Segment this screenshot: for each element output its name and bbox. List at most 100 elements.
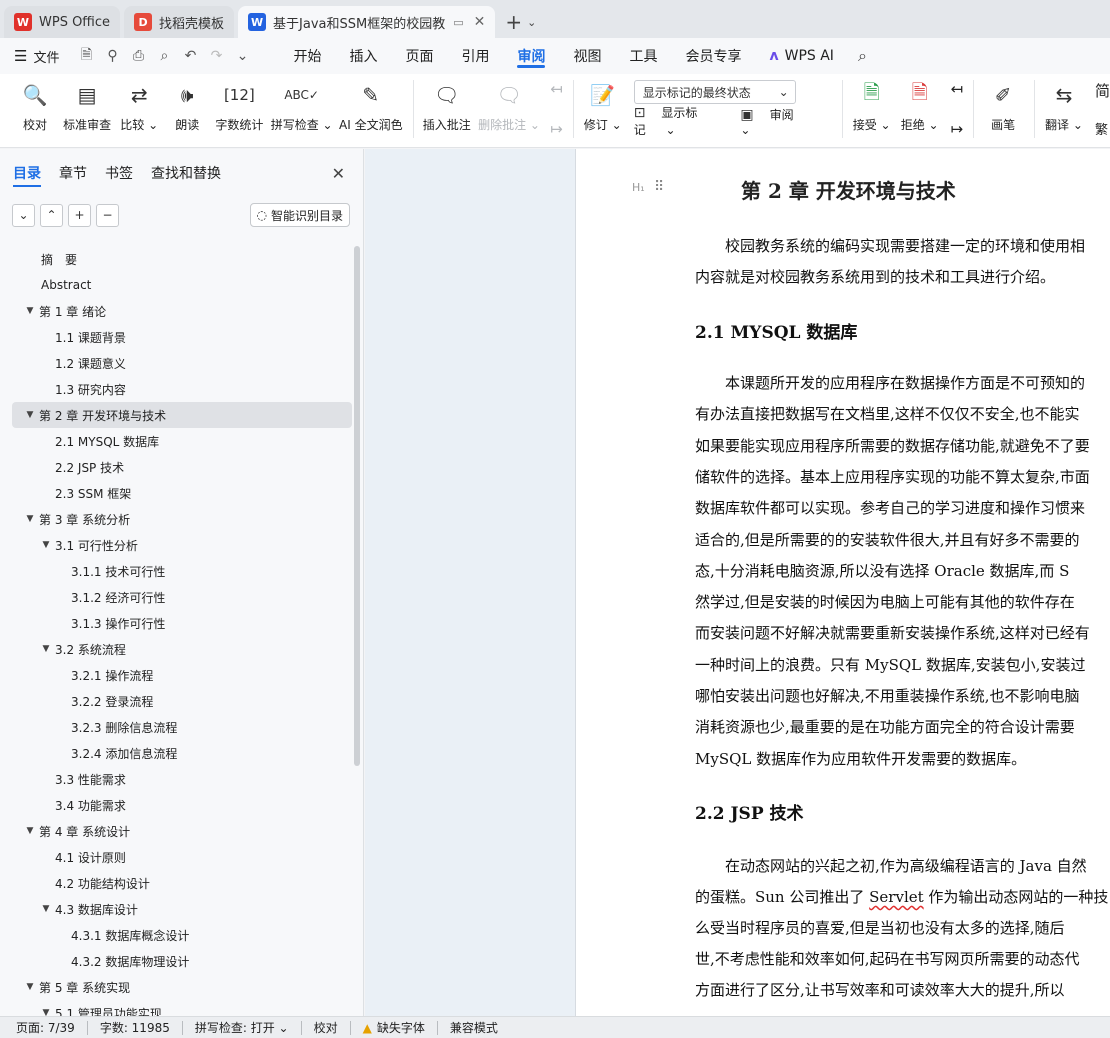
- collapse-arrow-icon[interactable]: ▼: [24, 826, 36, 836]
- prev-revision-icon[interactable]: ↤: [951, 80, 964, 98]
- compare-button[interactable]: ⇄ 比较 ⌄: [120, 80, 158, 133]
- toc-item[interactable]: 2.3 SSM 框架: [12, 480, 352, 506]
- word-count-indicator[interactable]: 字数: 11985: [100, 1019, 170, 1036]
- nav-tab-bookmarks[interactable]: 书签: [105, 149, 133, 197]
- insert-comment-button[interactable]: 🗨 插入批注: [423, 80, 471, 133]
- menu-tab-member[interactable]: 会员专享: [671, 38, 755, 74]
- undo-icon[interactable]: ↶: [177, 48, 203, 64]
- save-icon[interactable]: 🗎: [73, 44, 99, 68]
- collapse-up-button[interactable]: ⌃: [40, 203, 63, 227]
- prev-comment-icon[interactable]: ↤: [550, 80, 563, 98]
- revise-button[interactable]: 📝 修订 ⌄: [584, 80, 622, 133]
- toc-item[interactable]: 1.3 研究内容: [12, 376, 352, 402]
- toc-item[interactable]: 3.2.2 登录流程: [12, 688, 352, 714]
- review-pane-button[interactable]: ▣ 审阅 ⌄: [740, 106, 811, 137]
- drag-handle-icon[interactable]: ⠿: [654, 179, 664, 195]
- toc-item[interactable]: 3.4 功能需求: [12, 792, 352, 818]
- toc-item[interactable]: 4.1 设计原则: [12, 844, 352, 870]
- toc-item[interactable]: 2.1 MYSQL 数据库: [12, 428, 352, 454]
- toc-item[interactable]: 3.2.4 添加信息流程: [12, 740, 352, 766]
- toc-item[interactable]: ▼ 第 3 章 系统分析: [12, 506, 352, 532]
- collapse-arrow-icon[interactable]: ▼: [40, 540, 52, 550]
- wps-ai-button[interactable]: ᴧ WPS AI: [755, 48, 847, 64]
- toc-item[interactable]: 2.2 JSP 技术: [12, 454, 352, 480]
- proof-status[interactable]: 校对: [314, 1019, 338, 1036]
- next-revision-icon[interactable]: ↦: [951, 120, 964, 138]
- toc-item[interactable]: 3.1.2 经济可行性: [12, 584, 352, 610]
- toc-item[interactable]: 1.1 课题背景: [12, 324, 352, 350]
- show-markup-button[interactable]: ⊡ 显示标记 ⌄: [634, 104, 725, 138]
- menu-tab-reference[interactable]: 引用: [447, 38, 503, 74]
- translate-button[interactable]: ⇆ 翻译 ⌄: [1045, 80, 1083, 133]
- menu-tab-tools[interactable]: 工具: [615, 38, 671, 74]
- tab-wps-office[interactable]: W WPS Office: [4, 6, 121, 38]
- toc-item[interactable]: 摘 要: [12, 246, 352, 272]
- toc-item[interactable]: 1.2 课题意义: [12, 350, 352, 376]
- new-tab-button[interactable]: + ⌄: [499, 6, 542, 38]
- draw-button[interactable]: ✐ 画笔: [986, 80, 1020, 133]
- nav-tab-sections[interactable]: 章节: [59, 149, 87, 197]
- toc-item[interactable]: ▼ 3.1 可行性分析: [12, 532, 352, 558]
- toc-item[interactable]: ▼ 第 5 章 系统实现: [12, 974, 352, 1000]
- toc-item[interactable]: ▼ 3.2 系统流程: [12, 636, 352, 662]
- ai-polish-button[interactable]: ✎ AI 全文润色: [339, 80, 403, 133]
- add-level-button[interactable]: +: [68, 203, 91, 227]
- menu-tab-view[interactable]: 视图: [559, 38, 615, 74]
- toc-scrollbar[interactable]: [354, 246, 360, 766]
- spell-check-button[interactable]: ABC✓ 拼写检查 ⌄: [271, 80, 333, 133]
- smart-toc-button[interactable]: ◌ 智能识别目录: [249, 203, 350, 227]
- toc-item[interactable]: ▼ 第 4 章 系统设计: [12, 818, 352, 844]
- spell-flagged-word[interactable]: Servlet: [869, 888, 924, 906]
- menu-tab-page[interactable]: 页面: [391, 38, 447, 74]
- toc-item[interactable]: 4.2 功能结构设计: [12, 870, 352, 896]
- simplified-button[interactable]: 简: [1095, 80, 1110, 101]
- print-preview-icon[interactable]: ⌕: [151, 48, 177, 64]
- proofread-button[interactable]: 🔍 校对: [18, 80, 52, 133]
- toc-item[interactable]: ▼ 4.3 数据库设计: [12, 896, 352, 922]
- chevron-down-icon[interactable]: ⌄: [527, 16, 536, 29]
- std-review-button[interactable]: ▤ 标准审查: [63, 80, 111, 133]
- toc-item[interactable]: 3.2.3 删除信息流程: [12, 714, 352, 740]
- collapse-arrow-icon[interactable]: ▼: [40, 644, 52, 654]
- toc-item[interactable]: 3.3 性能需求: [12, 766, 352, 792]
- menu-tab-review[interactable]: 审阅: [503, 38, 559, 74]
- nav-tab-toc[interactable]: 目录: [13, 149, 41, 197]
- toc-item[interactable]: 4.3.2 数据库物理设计: [12, 948, 352, 974]
- toc-item[interactable]: 4.3.1 数据库概念设计: [12, 922, 352, 948]
- more-chevron-icon[interactable]: ⌄: [229, 48, 255, 64]
- collapse-arrow-icon[interactable]: ▼: [40, 904, 52, 914]
- traditional-button[interactable]: 繁: [1095, 119, 1110, 138]
- delete-comment-button[interactable]: 🗨 删除批注 ⌄: [478, 80, 540, 133]
- nav-tab-find-replace[interactable]: 查找和替换: [151, 149, 221, 197]
- expand-down-button[interactable]: ⌄: [12, 203, 35, 227]
- accept-button[interactable]: 🗎 接受 ⌄: [853, 80, 891, 133]
- collapse-arrow-icon[interactable]: ▼: [24, 306, 36, 316]
- toc-item[interactable]: 3.1.3 操作可行性: [12, 610, 352, 636]
- toc-item[interactable]: 3.1.1 技术可行性: [12, 558, 352, 584]
- close-pane-icon[interactable]: ✕: [332, 164, 345, 183]
- collapse-arrow-icon[interactable]: ▼: [24, 514, 36, 524]
- redo-icon[interactable]: ↷: [203, 48, 229, 64]
- page-indicator[interactable]: 页面: 7/39: [16, 1019, 75, 1036]
- remove-level-button[interactable]: −: [96, 203, 119, 227]
- collapse-arrow-icon[interactable]: ▼: [24, 410, 36, 420]
- toc-item[interactable]: Abstract: [12, 272, 352, 298]
- menu-tab-insert[interactable]: 插入: [335, 38, 391, 74]
- markup-state-select[interactable]: 显示标记的最终状态 ⌄: [633, 80, 796, 104]
- share-icon[interactable]: ⚲: [99, 48, 125, 64]
- monitor-icon[interactable]: ▭: [453, 16, 463, 29]
- next-comment-icon[interactable]: ↦: [550, 120, 563, 138]
- reject-button[interactable]: 🗎 拒绝 ⌄: [901, 80, 939, 133]
- toc-item[interactable]: 3.2.1 操作流程: [12, 662, 352, 688]
- close-tab-icon[interactable]: ✕: [474, 14, 486, 30]
- collapse-arrow-icon[interactable]: ▼: [24, 982, 36, 992]
- word-count-button[interactable]: [12] 字数统计: [215, 80, 263, 133]
- heading-level-marker[interactable]: H₁: [632, 181, 645, 194]
- search-icon[interactable]: ⌕: [858, 46, 867, 66]
- spell-check-status[interactable]: 拼写检查: 打开 ⌄: [195, 1019, 289, 1036]
- tab-document[interactable]: W 基于Java和SSM框架的校园教 ▭ ✕: [238, 6, 496, 38]
- toc-item[interactable]: ▼ 第 2 章 开发环境与技术: [12, 402, 352, 428]
- menu-tab-start[interactable]: 开始: [279, 38, 335, 74]
- file-menu[interactable]: ☰ 文件: [14, 47, 59, 66]
- toc-item[interactable]: ▼ 第 1 章 绪论: [12, 298, 352, 324]
